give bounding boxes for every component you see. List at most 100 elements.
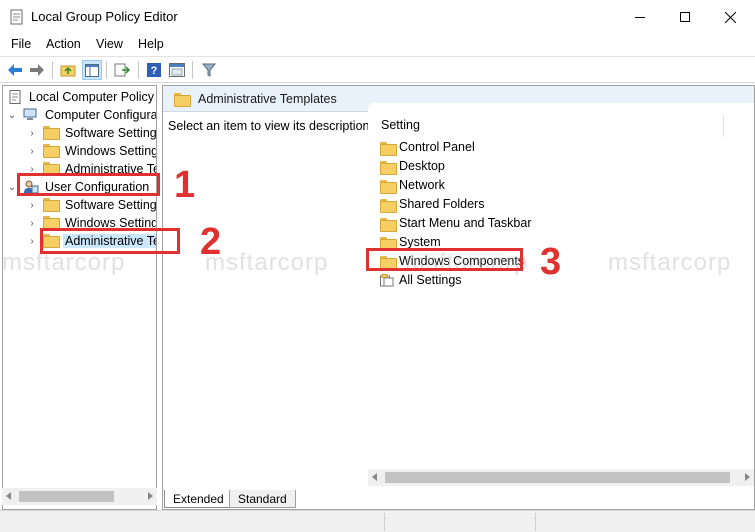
folder-icon	[43, 126, 60, 140]
folder-icon	[380, 160, 397, 175]
tree-horizontal-scrollbar[interactable]	[2, 488, 157, 505]
folder-icon	[43, 216, 60, 230]
scroll-right-arrow[interactable]	[745, 473, 750, 481]
status-segment	[535, 513, 536, 531]
status-segment	[384, 513, 385, 531]
tree-item-cc-windows-settings[interactable]: › Windows Setting	[27, 142, 157, 160]
chevron-right-icon[interactable]: ›	[27, 236, 37, 247]
chevron-right-icon[interactable]: ›	[27, 128, 37, 139]
list-item-shared-folders[interactable]: Shared Folders	[380, 195, 484, 213]
tree-label: Software Settings	[65, 126, 157, 140]
folder-icon	[380, 141, 397, 156]
scroll-left-arrow[interactable]	[372, 473, 377, 481]
folder-icon	[380, 198, 397, 213]
step-number-2: 2	[200, 221, 222, 263]
tree-label: Computer Configura	[45, 108, 157, 122]
menu-file[interactable]: File	[11, 37, 31, 51]
close-icon	[725, 11, 736, 23]
list-item-label: Network	[399, 178, 445, 192]
tab-extended[interactable]: Extended	[164, 490, 233, 508]
back-arrow-icon	[8, 64, 22, 76]
folder-icon	[174, 93, 191, 107]
settings-list[interactable]: Setting Control Panel Desktop Network Sh…	[368, 102, 754, 492]
list-item-label: Desktop	[399, 159, 445, 173]
maximize-icon	[679, 12, 690, 22]
menu-bar: File Action View Help	[0, 34, 755, 56]
title-bar: Local Group Policy Editor	[0, 0, 755, 34]
tree-item-local-computer-policy[interactable]: Local Computer Policy	[7, 88, 156, 106]
tree-pane[interactable]: Local Computer Policy ⌄ Computer Configu…	[2, 85, 157, 510]
filter-icon	[202, 63, 216, 77]
scroll-right-arrow[interactable]	[148, 492, 153, 500]
folder-icon	[380, 236, 397, 251]
list-item-network[interactable]: Network	[380, 176, 445, 194]
view-tabs: Extended Standard	[162, 488, 755, 510]
forward-arrow-icon	[30, 64, 44, 76]
list-item-all-settings[interactable]: All Settings	[380, 271, 462, 289]
list-item-control-panel[interactable]: Control Panel	[380, 138, 475, 156]
policy-document-icon	[9, 90, 21, 104]
folder-icon	[43, 198, 60, 212]
details-horizontal-scrollbar[interactable]	[368, 469, 754, 486]
computer-icon	[23, 108, 37, 120]
scroll-thumb[interactable]	[385, 472, 730, 483]
folder-icon	[43, 144, 60, 158]
description-text: Select an item to view its description.	[168, 119, 373, 133]
tree-label: Windows Setting	[65, 144, 157, 158]
highlight-box-administrative-templates	[40, 228, 180, 254]
toolbar-separator	[138, 61, 139, 79]
folder-icon	[380, 217, 397, 232]
forward-button[interactable]	[27, 60, 47, 80]
show-hide-tree-button[interactable]	[82, 60, 102, 80]
up-one-level-button[interactable]	[58, 60, 78, 80]
tree-label: Software Settings	[65, 198, 157, 212]
toolbar: ?	[0, 56, 755, 83]
chevron-right-icon[interactable]: ›	[27, 218, 37, 229]
tab-standard[interactable]: Standard	[229, 490, 296, 508]
chevron-right-icon[interactable]: ›	[27, 146, 37, 157]
list-item-label: Control Panel	[399, 140, 475, 154]
chevron-right-icon[interactable]: ›	[27, 200, 37, 211]
list-item-desktop[interactable]: Desktop	[380, 157, 445, 175]
menu-view[interactable]: View	[96, 37, 123, 51]
toolbar-separator	[52, 61, 53, 79]
column-header-setting[interactable]: Setting	[381, 118, 420, 132]
list-item-label: System	[399, 235, 441, 249]
properties-button[interactable]	[167, 60, 187, 80]
help-button[interactable]: ?	[144, 60, 164, 80]
back-button[interactable]	[5, 60, 25, 80]
export-list-button[interactable]	[112, 60, 132, 80]
window-title: Local Group Policy Editor	[31, 9, 178, 24]
list-item-start-menu-taskbar[interactable]: Start Menu and Taskbar	[380, 214, 531, 232]
chevron-down-icon[interactable]: ⌄	[7, 110, 17, 121]
properties-icon	[169, 63, 185, 77]
column-divider[interactable]	[723, 115, 724, 137]
scroll-left-arrow[interactable]	[6, 492, 11, 500]
toolbar-separator	[106, 61, 107, 79]
close-button[interactable]	[708, 0, 753, 34]
maximize-button[interactable]	[662, 0, 707, 34]
filter-button[interactable]	[199, 60, 219, 80]
highlight-box-user-configuration	[17, 173, 160, 196]
show-hide-tree-icon	[85, 63, 99, 77]
all-settings-icon	[380, 273, 394, 286]
tree-item-uc-software-settings[interactable]: › Software Settings	[27, 196, 157, 214]
minimize-button[interactable]	[617, 0, 662, 34]
policy-document-icon	[10, 9, 23, 25]
tree-label: Local Computer Policy	[29, 90, 155, 104]
folder-icon	[43, 162, 60, 176]
scroll-thumb[interactable]	[19, 491, 114, 502]
list-item-label: Shared Folders	[399, 197, 485, 211]
toolbar-separator	[192, 61, 193, 79]
menu-action[interactable]: Action	[46, 37, 81, 51]
menu-help[interactable]: Help	[138, 37, 164, 51]
svg-text:?: ?	[151, 65, 158, 77]
up-folder-icon	[60, 65, 76, 77]
tree-item-cc-software-settings[interactable]: › Software Settings	[27, 124, 157, 142]
tree-item-computer-configuration[interactable]: ⌄ Computer Configura	[7, 106, 157, 124]
list-item-label: Start Menu and Taskbar	[399, 216, 532, 230]
chevron-down-icon[interactable]: ⌄	[7, 182, 17, 193]
minimize-icon	[634, 16, 645, 18]
help-icon: ?	[147, 63, 161, 77]
step-number-3: 3	[540, 241, 562, 283]
